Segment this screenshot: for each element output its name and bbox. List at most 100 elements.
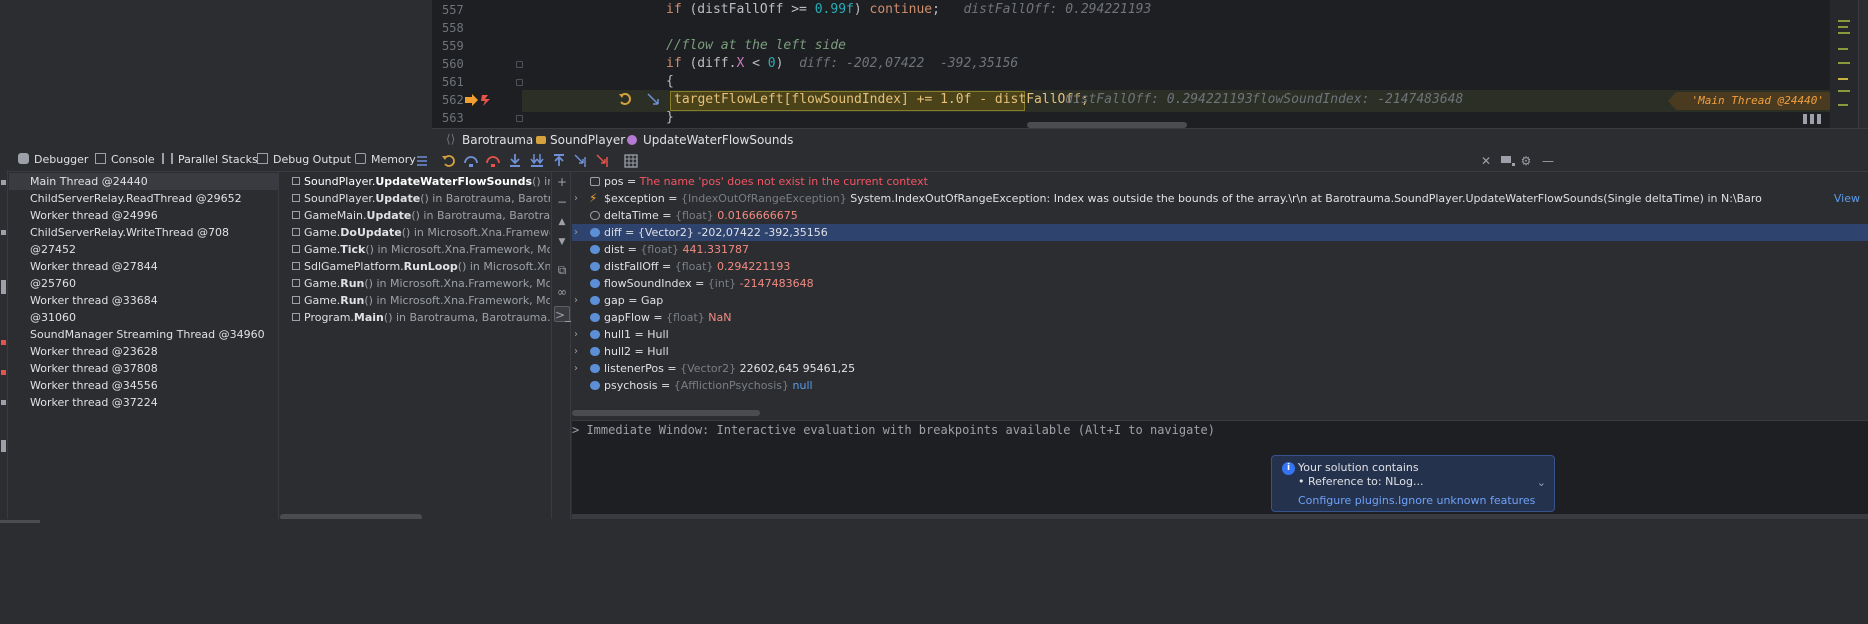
frame-item[interactable]: SdlGamePlatform.RunLoop() in Microsoft.X… [292,258,550,275]
view-link[interactable]: View [1829,190,1860,207]
variable-equals: = [631,345,648,358]
glasses-icon[interactable]: ∞ [554,284,570,300]
local-variable-icon [590,228,600,237]
code-line-557[interactable]: if (distFallOff >= 0.99f) continue; dist… [522,0,1868,22]
variable-row[interactable]: › listenerPos = {Vector2} 22602,645 9546… [572,360,1868,377]
expand-icon[interactable]: › [574,343,578,360]
thread-item[interactable]: @25760 [9,275,279,292]
thread-item[interactable]: SoundManager Streaming Thread @34960 [9,326,279,343]
scrollbar-thumb[interactable] [0,520,40,523]
remove-watch-icon[interactable]: − [554,194,570,210]
tab-console[interactable]: Console [95,153,155,171]
frame-item[interactable]: Game.Run() in Microsoft.Xna.Framework, M… [292,275,550,292]
variable-row[interactable]: distFallOff = {float} 0.294221193 [572,258,1868,275]
expand-icon[interactable]: › [574,360,578,377]
variable-row[interactable]: gapFlow = {float} NaN [572,309,1868,326]
immediate-input[interactable]: > Immediate Window: Interactive evaluati… [572,423,1215,437]
variable-row[interactable]: flowSoundIndex = {int} -2147483648 [572,275,1868,292]
variable-value: -2147483648 [739,277,814,290]
step-out-icon[interactable] [551,153,567,169]
breadcrumb-item[interactable]: Barotrauma [462,133,533,147]
expand-icon[interactable]: › [574,190,578,207]
variables-horizontal-scrollbar[interactable] [572,410,760,416]
close-icon[interactable]: ✕ [1478,153,1494,169]
thread-item[interactable]: Worker thread @34556 [9,377,279,394]
run-to-cursor-icon[interactable] [573,153,589,169]
variable-value: Gap [640,294,664,307]
breadcrumb-item[interactable]: UpdateWaterFlowSounds [643,133,793,147]
immediate-window[interactable]: > Immediate Window: Interactive evaluati… [572,420,1868,524]
local-variable-icon [590,347,600,356]
variable-row[interactable]: › diff = {Vector2} -202,07422 -392,35156 [572,224,1868,241]
frame-item[interactable]: SoundPlayer.UpdateWaterFlowSounds() in B… [292,173,550,190]
thread-item[interactable]: Main Thread @24440 [9,173,279,190]
variable-row[interactable]: › gap = Gap [572,292,1868,309]
notification-detail: • Reference to: NLog... [1298,475,1424,488]
expand-icon[interactable]: › [574,292,578,309]
step-over-icon[interactable] [463,153,479,169]
bottom-scrollbar[interactable] [0,519,1868,524]
tool-marker [1,370,6,375]
thread-item[interactable]: Worker thread @37224 [9,394,279,411]
line-number: 561 [442,75,464,89]
variable-row[interactable]: deltaTime = {float} 0.0166666675 [572,207,1868,224]
thread-item[interactable]: @27452 [9,241,279,258]
frame-item[interactable]: Game.Run() in Microsoft.Xna.Framework, M… [292,292,550,309]
add-watch-icon[interactable]: + [554,174,570,190]
tab-debug-output[interactable]: Debug Output [257,153,351,171]
variable-row[interactable]: › hull2 = Hull [572,343,1868,360]
frame-item[interactable]: SoundPlayer.Update() in Barotrauma, Baro… [292,190,550,207]
thread-item[interactable]: Worker thread @33684 [9,292,279,309]
variable-row[interactable]: › ⚡ $exception = {IndexOutOfRangeExcepti… [572,190,1868,207]
frame-item[interactable]: GameMain.Update() in Barotrauma, Barotra… [292,207,550,224]
ignore-unknown-features-link[interactable]: Ignore unknown features [1398,494,1535,507]
variable-row[interactable]: dist = {float} 441.331787 [572,241,1868,258]
step-into-my-code-icon[interactable] [529,153,545,169]
configure-plugins-link[interactable]: Configure plugins... [1298,494,1405,507]
thread-item[interactable]: Worker thread @24996 [9,207,279,224]
variable-row[interactable]: pos = The name 'pos' does not exist in t… [572,173,1868,190]
immediate-window-icon[interactable]: >_ [554,306,571,322]
step-return-icon[interactable] [618,92,634,108]
move-up-icon[interactable]: ▲ [554,214,570,230]
step-over-skip-icon[interactable] [485,153,501,169]
frame-item[interactable]: Program.Main() in Barotrauma, Barotrauma… [292,309,550,326]
inlay-hints-icon[interactable] [1802,112,1824,126]
error-stripe[interactable] [1830,0,1868,128]
minimize-icon[interactable]: — [1540,153,1556,169]
variable-row[interactable]: psychosis = {AfflictionPsychosis} null [572,377,1868,394]
duplicate-watch-icon[interactable]: ⧉ [554,262,570,278]
tab-parallel-stacks[interactable]: Parallel Stacks [162,153,258,171]
frame-item[interactable]: Game.Tick() in Microsoft.Xna.Framework, … [292,241,550,258]
number-literal: 0 [767,56,776,71]
gear-icon[interactable]: ⚙ [1518,153,1534,169]
thread-item[interactable]: ChildServerRelay.ReadThread @29652 [9,190,279,207]
frame-checkbox-icon [292,279,300,287]
code-line-563[interactable]: } [522,108,1868,130]
move-down-icon[interactable]: ▼ [554,234,570,250]
thread-item[interactable]: Worker thread @27844 [9,258,279,275]
thread-item[interactable]: Worker thread @37808 [9,360,279,377]
menu-icon[interactable] [414,153,430,169]
force-run-to-cursor-icon[interactable] [595,153,611,169]
step-into-icon[interactable] [507,153,523,169]
variable-row[interactable]: › hull1 = Hull [572,326,1868,343]
thread-item[interactable]: @31060 [9,309,279,326]
thread-item[interactable]: ChildServerRelay.WriteThread @708 [9,224,279,241]
thread-item[interactable]: Worker thread @23628 [9,343,279,360]
expand-icon[interactable]: › [574,326,578,343]
tab-debugger[interactable]: Debugger [18,153,88,171]
tab-memory[interactable]: Memory [355,153,416,171]
frame-item[interactable]: Game.DoUpdate() in Microsoft.Xna.Framewo… [292,224,550,241]
evaluate-table-icon[interactable] [623,153,639,169]
variable-equals: = [691,277,708,290]
frame-module: () in Barotrauma, Barotrauma.dll [420,192,550,205]
parallel-stacks-icon [162,153,173,164]
variables-toolbar: + − ▲ ▼ ⧉ ∞ >_ [551,172,571,524]
tool-marker [1,340,6,345]
set-next-statement-icon[interactable] [646,92,662,108]
layout-icon[interactable] [1500,153,1516,169]
chevron-down-icon[interactable]: ⌄ [1537,476,1546,489]
expand-icon[interactable]: › [574,224,578,241]
rerun-icon[interactable] [441,153,457,169]
